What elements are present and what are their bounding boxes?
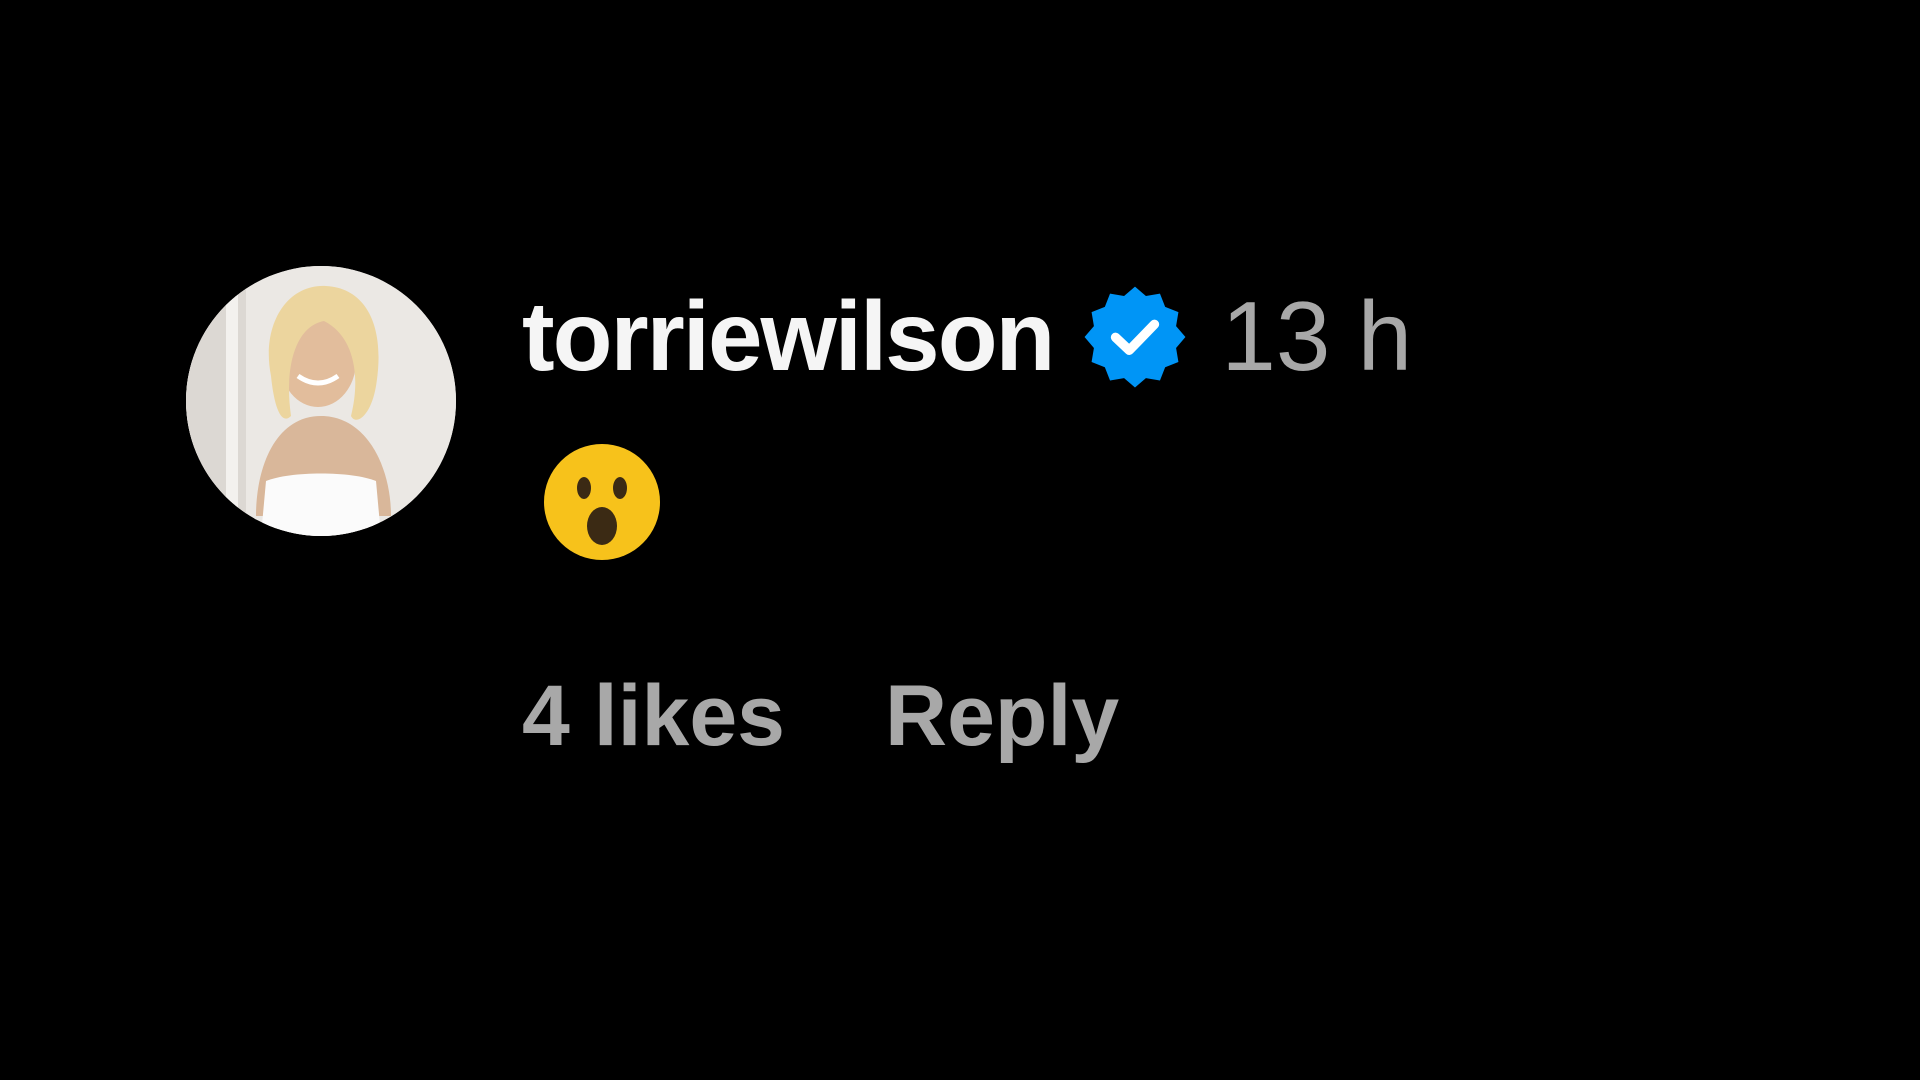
reply-button[interactable]: Reply (885, 666, 1119, 766)
comment-header: torriewilson 13 h (522, 284, 1412, 388)
avatar-image (186, 266, 456, 536)
comment-actions: 4 likes Reply (522, 666, 1119, 766)
comment-item: torriewilson 13 h 4 likes Reply (186, 266, 1886, 786)
comment-timestamp[interactable]: 13 h (1221, 286, 1412, 386)
verified-badge-icon (1083, 284, 1187, 388)
avatar[interactable] (186, 266, 456, 536)
likes-count-button[interactable]: 4 likes (522, 666, 785, 766)
username-link[interactable]: torriewilson (522, 286, 1055, 386)
face-with-open-mouth-emoji (542, 442, 662, 562)
